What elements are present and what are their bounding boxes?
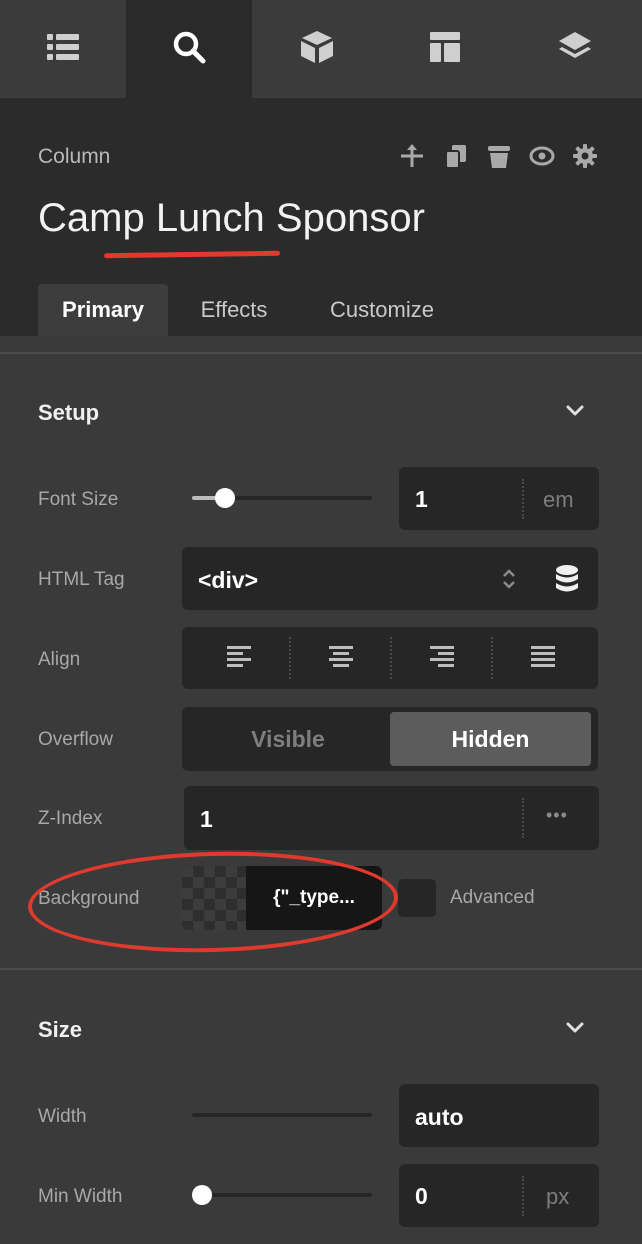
tab-primary[interactable]: Primary <box>38 284 168 336</box>
tab-search[interactable] <box>126 0 252 98</box>
database-icon[interactable] <box>554 564 580 594</box>
tab-customize[interactable]: Customize <box>302 284 462 336</box>
font-size-value[interactable]: 1 <box>415 486 428 513</box>
annotation-ellipse <box>26 847 400 957</box>
divider <box>0 352 642 354</box>
width-value[interactable]: auto <box>415 1104 464 1131</box>
z-index-input[interactable] <box>184 786 599 850</box>
align-center-button[interactable] <box>289 627 392 689</box>
align-justify-icon <box>529 642 557 675</box>
width-slider[interactable] <box>192 1113 372 1117</box>
tab-components[interactable] <box>252 0 382 98</box>
eye-icon[interactable] <box>529 143 555 169</box>
top-toolbar <box>0 0 642 98</box>
min-width-slider[interactable] <box>192 1193 372 1197</box>
align-left-icon <box>225 642 253 675</box>
layers-icon <box>557 29 593 70</box>
html-tag-value[interactable]: <div> <box>198 567 258 594</box>
element-title[interactable]: Camp Lunch Sponsor <box>38 196 425 241</box>
min-width-label: Min Width <box>38 1186 123 1207</box>
divider <box>0 968 642 970</box>
input-separator <box>522 1176 524 1216</box>
align-right-icon <box>428 642 456 675</box>
tab-structure[interactable] <box>0 0 126 98</box>
width-label: Width <box>38 1106 87 1127</box>
align-justify-button[interactable] <box>491 627 594 689</box>
font-size-label: Font Size <box>38 489 119 510</box>
align-left-button[interactable] <box>187 627 290 689</box>
advanced-label[interactable]: Advanced <box>450 887 535 909</box>
min-width-unit[interactable]: px <box>546 1184 569 1210</box>
tab-effects[interactable]: Effects <box>172 284 296 336</box>
input-separator <box>522 798 524 838</box>
font-size-unit[interactable]: em <box>543 487 574 513</box>
trash-icon[interactable] <box>486 143 512 169</box>
tab-layers[interactable] <box>508 0 642 98</box>
cube-icon <box>299 29 335 70</box>
duplicate-icon[interactable] <box>443 143 469 169</box>
min-width-slider-knob[interactable] <box>192 1185 212 1205</box>
html-tag-label: HTML Tag <box>38 569 125 590</box>
chevron-down-icon[interactable] <box>562 398 588 424</box>
align-center-icon <box>327 642 355 675</box>
section-size-title[interactable]: Size <box>38 1017 82 1043</box>
z-index-value[interactable]: 1 <box>200 806 213 833</box>
advanced-checkbox[interactable] <box>398 879 436 917</box>
input-separator <box>522 479 524 519</box>
z-index-label: Z-Index <box>38 808 103 829</box>
tab-templates[interactable] <box>382 0 508 98</box>
select-arrows-icon[interactable] <box>498 566 520 592</box>
layout-icon <box>427 29 463 70</box>
align-right-button[interactable] <box>390 627 493 689</box>
list-icon <box>45 29 81 70</box>
overflow-visible-option[interactable]: Visible <box>188 712 388 766</box>
min-width-value[interactable]: 0 <box>415 1183 428 1210</box>
overflow-label: Overflow <box>38 729 113 750</box>
more-options-icon[interactable]: ••• <box>546 805 568 826</box>
gear-icon[interactable] <box>572 143 598 169</box>
section-setup-title[interactable]: Setup <box>38 400 99 426</box>
font-size-slider-knob[interactable] <box>215 488 235 508</box>
search-icon <box>171 29 207 70</box>
move-icon[interactable] <box>399 143 425 169</box>
align-label: Align <box>38 649 81 670</box>
element-type-label: Column <box>38 145 111 168</box>
overflow-hidden-option[interactable]: Hidden <box>390 712 591 766</box>
chevron-down-icon[interactable] <box>562 1015 588 1041</box>
